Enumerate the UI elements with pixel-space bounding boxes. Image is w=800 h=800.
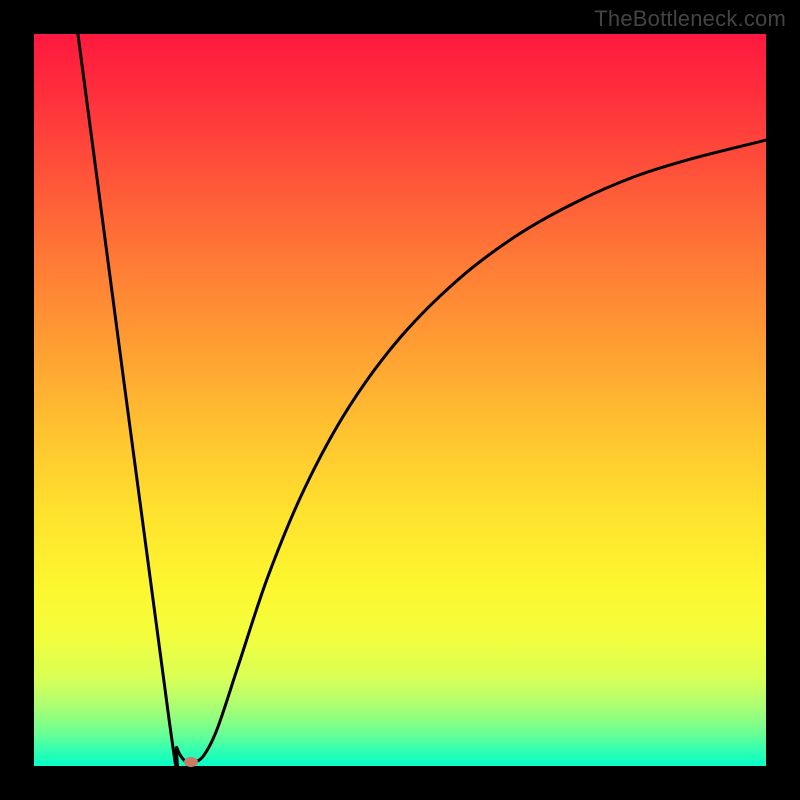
watermark-text: TheBottleneck.com [594,6,786,32]
chart-frame: TheBottleneck.com [0,0,800,800]
optimal-marker [184,757,198,767]
curve-svg [34,34,766,766]
plot-area [34,34,766,766]
bottleneck-curve [78,34,766,766]
